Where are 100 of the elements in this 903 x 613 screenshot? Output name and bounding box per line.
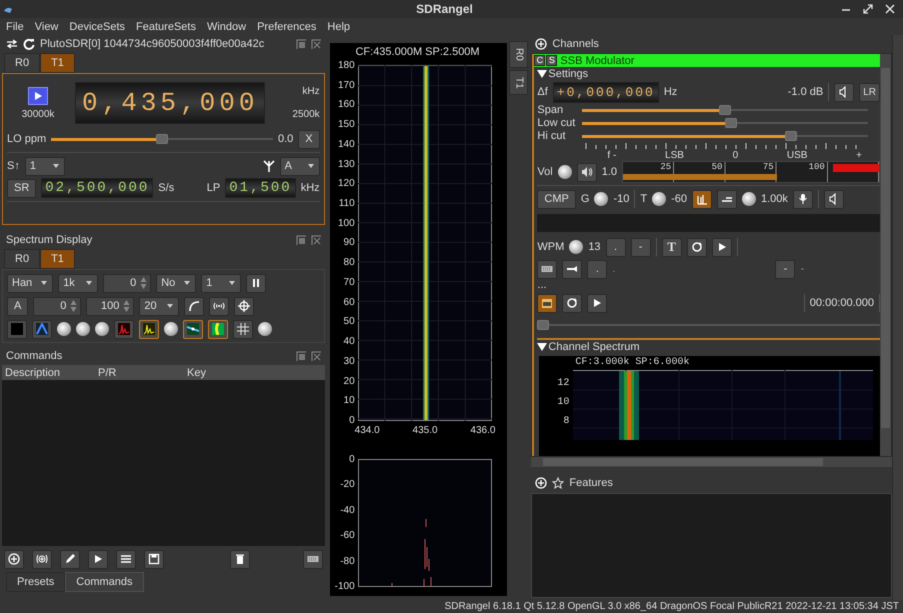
list-button[interactable] — [116, 550, 136, 568]
play-button[interactable] — [712, 238, 732, 256]
spin-box[interactable]: 100 — [86, 296, 134, 316]
dropdown[interactable]: 1k — [58, 274, 98, 292]
section-toggle[interactable]: Channel Spectrum — [537, 340, 880, 354]
slider-thumb[interactable] — [156, 134, 168, 144]
column-header[interactable]: P/R — [95, 366, 184, 378]
crosshair-button[interactable] — [234, 296, 254, 316]
channel-toggle[interactable]: S — [546, 55, 558, 66]
menu-item[interactable]: FeatureSets — [136, 20, 196, 32]
key-button[interactable] — [562, 260, 582, 278]
open-file-button[interactable] — [537, 294, 558, 312]
waterfall-button[interactable] — [208, 320, 228, 338]
peak-button[interactable] — [32, 320, 52, 338]
colour-map-button[interactable] — [183, 320, 203, 338]
tab[interactable]: R0 — [4, 249, 40, 269]
dot-button[interactable]: . — [606, 238, 626, 256]
reset-button[interactable]: X — [298, 130, 320, 148]
section-toggle[interactable]: Settings — [537, 67, 880, 81]
add-broadcast-button[interactable] — [32, 550, 52, 568]
slider-thumb[interactable] — [719, 104, 732, 114]
frequency-display[interactable]: 0,435,000 — [75, 82, 266, 124]
menu-item[interactable]: Preferences — [257, 20, 316, 32]
dropdown[interactable]: 20 — [139, 296, 180, 316]
scrollbar-thumb[interactable] — [543, 458, 824, 466]
compressor-button[interactable]: CMP — [537, 190, 576, 208]
tab[interactable]: R0 — [4, 53, 40, 73]
knob[interactable] — [594, 192, 608, 206]
dash-button[interactable]: - — [630, 238, 651, 256]
loop-button[interactable] — [686, 238, 707, 256]
sample-rate-display[interactable]: 02,500,000 — [41, 178, 154, 198]
start-button[interactable] — [28, 86, 48, 104]
knob[interactable] — [95, 322, 109, 336]
slider-thumb[interactable] — [724, 118, 737, 128]
scrollbar-thumb[interactable] — [881, 68, 890, 428]
lowpass-display[interactable]: 01,500 — [225, 178, 296, 198]
mic-button[interactable] — [792, 190, 813, 208]
grid-button[interactable] — [233, 320, 253, 338]
menu-item[interactable]: DeviceSets — [69, 20, 126, 32]
tab[interactable]: Presets — [6, 572, 66, 592]
trace-button[interactable] — [114, 320, 134, 338]
mute-button[interactable] — [834, 82, 854, 102]
knob[interactable] — [742, 192, 756, 206]
save-button[interactable] — [144, 550, 164, 568]
tab[interactable]: Commands — [65, 572, 144, 592]
hold-trace-button[interactable] — [139, 320, 159, 338]
knob[interactable] — [164, 322, 178, 336]
reload-icon — [23, 38, 35, 50]
axis-tick-label: -20 — [340, 479, 355, 490]
tab[interactable]: T1 — [40, 53, 75, 73]
curve-button[interactable] — [184, 296, 204, 316]
dot-button[interactable]: . — [587, 260, 608, 278]
text-field[interactable] — [537, 214, 880, 232]
edit-button[interactable] — [60, 550, 80, 568]
menu-item[interactable]: Window — [206, 20, 246, 32]
broadcast-button[interactable] — [209, 296, 230, 316]
column-header[interactable]: Key — [184, 366, 206, 378]
side-tab[interactable]: R0 — [509, 41, 528, 68]
knob[interactable] — [57, 322, 71, 336]
dash-button[interactable]: - — [775, 260, 796, 278]
sample-rate-button[interactable]: SR — [7, 178, 36, 198]
delete-button[interactable] — [230, 550, 250, 568]
side-tab[interactable]: T1 — [509, 70, 528, 96]
dropdown[interactable]: 1 — [24, 156, 65, 176]
speaker-button[interactable] — [824, 190, 844, 208]
menu-item[interactable]: View — [34, 20, 58, 32]
add-button[interactable] — [4, 550, 24, 568]
audio-button[interactable] — [576, 162, 597, 182]
play-button[interactable] — [587, 294, 608, 312]
pause-button[interactable] — [246, 274, 266, 292]
slider-thumb[interactable] — [784, 130, 797, 140]
offset-display[interactable]: +0,000,000 — [552, 82, 659, 102]
tab[interactable]: T1 — [40, 249, 75, 269]
menu-item[interactable]: File — [6, 20, 24, 32]
knob[interactable] — [558, 165, 572, 179]
dropdown[interactable]: 1 — [201, 274, 242, 292]
column-header[interactable]: Description — [2, 366, 95, 378]
channel-mode-button[interactable]: LR — [859, 82, 880, 102]
spin-box[interactable]: 0 — [33, 296, 82, 316]
keyboard-button[interactable] — [302, 550, 323, 568]
text-button[interactable]: T — [662, 238, 682, 256]
slider-thumb[interactable] — [537, 320, 550, 330]
channel-toggle[interactable]: C — [534, 55, 546, 66]
run-button[interactable] — [88, 550, 108, 568]
dropdown[interactable]: A — [280, 156, 320, 176]
keyboard-button[interactable] — [537, 260, 558, 278]
horizontal-scrollbar[interactable] — [531, 457, 892, 467]
flat-button[interactable] — [716, 190, 737, 208]
button[interactable]: A — [7, 296, 28, 316]
spin-box[interactable]: 0 — [103, 274, 152, 292]
dropdown[interactable]: No — [156, 274, 196, 292]
knob[interactable] — [652, 192, 666, 206]
knob[interactable] — [258, 322, 272, 336]
menu-item[interactable]: Help — [327, 20, 350, 32]
dropdown[interactable]: Han — [7, 274, 54, 292]
spectrum-toggle-button[interactable] — [692, 190, 712, 208]
loop-button[interactable] — [562, 294, 582, 312]
knob[interactable] — [569, 240, 584, 254]
knob[interactable] — [76, 322, 90, 336]
vertical-scrollbar[interactable] — [880, 54, 892, 456]
